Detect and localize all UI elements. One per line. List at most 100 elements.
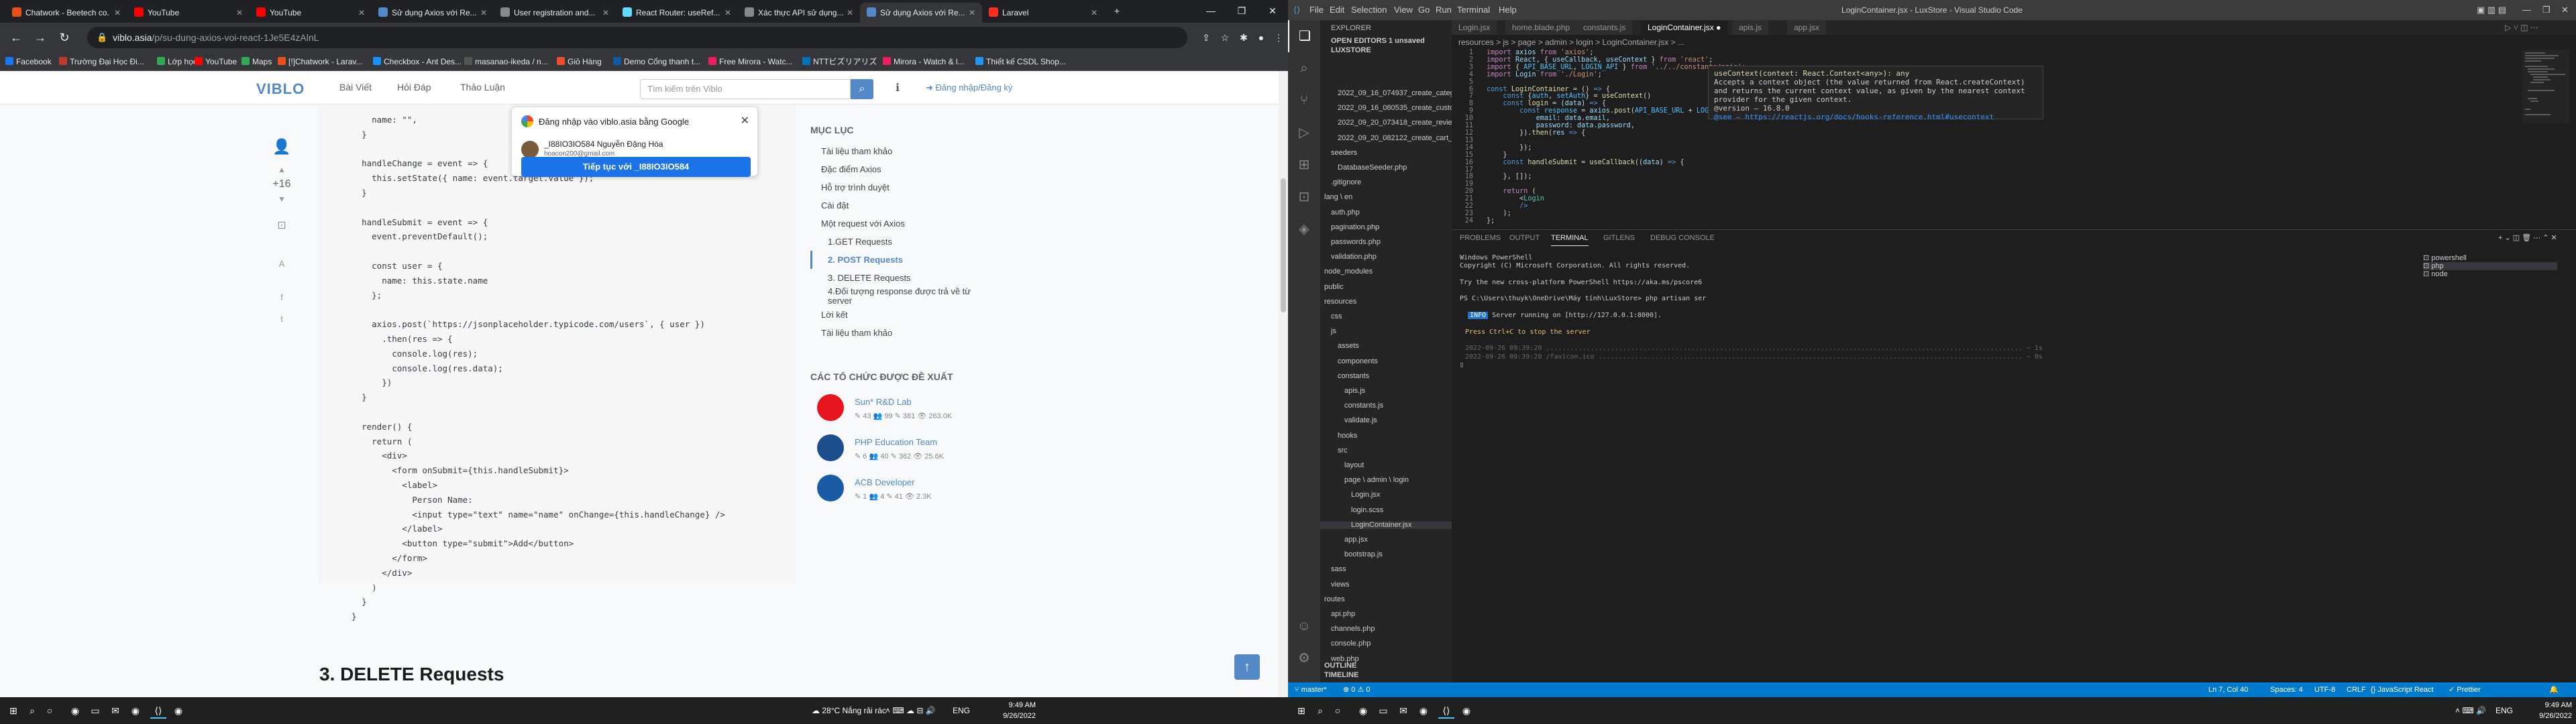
layout-icon[interactable]: ▣ ▥ ▤ bbox=[2477, 0, 2506, 20]
bookmark[interactable]: YouTube bbox=[195, 52, 237, 71]
login-link[interactable]: ➜ Đăng nhập/Đăng ký bbox=[926, 82, 1012, 93]
reload-icon[interactable]: ↻ bbox=[55, 28, 74, 47]
toc-item[interactable]: Một request với Axios bbox=[810, 215, 1012, 233]
extensions-icon[interactable]: ✱ bbox=[1234, 28, 1253, 47]
tree-item[interactable]: channels.php bbox=[1320, 625, 1452, 633]
chrome-app-icon[interactable]: ◉ bbox=[67, 703, 83, 719]
tree-item[interactable]: components bbox=[1320, 357, 1452, 365]
browser-tab[interactable]: YouTube ✕ bbox=[250, 3, 372, 23]
search-icon[interactable]: ⌕ bbox=[1312, 703, 1328, 719]
search-input[interactable]: Tìm kiếm trên Viblo bbox=[640, 79, 851, 99]
weather-widget[interactable]: ☁ 28°C Nắng rải rác bbox=[812, 697, 886, 724]
close-window-icon[interactable]: ✕ bbox=[2561, 0, 2569, 20]
tree-item[interactable]: validate.js bbox=[1320, 417, 1452, 424]
editor-tab[interactable]: apis.js bbox=[1732, 20, 1770, 35]
twitter-share-icon[interactable]: t bbox=[268, 314, 295, 324]
panel-tab-gitlens[interactable]: GITLENS bbox=[1603, 230, 1635, 246]
org-name[interactable]: PHP Education Team bbox=[855, 437, 937, 447]
chrome-app-icon[interactable]: ◉ bbox=[170, 703, 186, 719]
tree-item[interactable]: pagination.php bbox=[1320, 223, 1452, 231]
tree-item[interactable]: constants.js bbox=[1320, 402, 1452, 410]
scrollbar-thumb[interactable] bbox=[1281, 178, 1286, 312]
restore-icon[interactable]: ❐ bbox=[1226, 0, 1257, 23]
facebook-share-icon[interactable]: f bbox=[268, 292, 295, 302]
bookmark[interactable]: Thiết kế CSDL Shop... bbox=[975, 52, 1066, 71]
tree-item[interactable]: auth.php bbox=[1320, 208, 1452, 217]
bookmark[interactable]: Mirora - Watch & l... bbox=[883, 52, 965, 71]
address-bar[interactable]: 🔒 viblo.asia/p/su-dung-axios-voi-react-1… bbox=[87, 27, 1187, 48]
project-root[interactable]: LUXSTORE bbox=[1320, 46, 1452, 55]
tree-item[interactable]: .gitignore bbox=[1320, 179, 1452, 186]
toc-item[interactable]: Lời kết bbox=[810, 306, 1012, 324]
menu-view[interactable]: View bbox=[1394, 0, 1413, 20]
close-icon[interactable]: ✕ bbox=[602, 3, 609, 23]
toc-item[interactable]: Hỗ trợ trình duyệt bbox=[810, 178, 1012, 196]
start-icon[interactable]: ⊞ bbox=[1293, 703, 1309, 719]
indentation[interactable]: Spaces: 4 bbox=[2270, 682, 2303, 697]
terminal-instance-active[interactable]: ⊡ php bbox=[2423, 262, 2557, 270]
chrome-menu-icon[interactable]: ⋮ bbox=[1269, 28, 1288, 47]
toc-item[interactable]: 3. DELETE Requests bbox=[810, 269, 1012, 287]
tree-item[interactable]: 2022_09_16_074937_create_categories_tabl… bbox=[1320, 90, 1452, 97]
menu-selection[interactable]: Selection bbox=[1351, 0, 1387, 20]
tree-item[interactable]: Login.jsx bbox=[1320, 491, 1452, 499]
toc-item[interactable]: Đặc điểm Axios bbox=[810, 160, 1012, 178]
close-icon[interactable]: ✕ bbox=[480, 3, 487, 23]
browser-tab[interactable]: Chatwork - Beetech co. ✕ bbox=[5, 3, 127, 23]
scroll-top-button[interactable]: ↑ bbox=[1234, 654, 1260, 680]
tree-item[interactable]: LoginContainer.jsx bbox=[1320, 521, 1452, 529]
explorer-icon[interactable]: ❏ bbox=[1288, 20, 1320, 52]
org-name[interactable]: ACB Developer bbox=[855, 477, 915, 487]
forward-icon[interactable]: → bbox=[31, 28, 50, 47]
tree-item[interactable]: bootstrap.js bbox=[1320, 551, 1452, 558]
clock[interactable]: 9:49 AM 9/26/2022 bbox=[982, 700, 1036, 721]
terminal-output[interactable]: Windows PowerShell Copyright (C) Microsof… bbox=[1460, 254, 2184, 369]
cursor-position[interactable]: Ln 7, Col 40 bbox=[2208, 682, 2248, 697]
minimize-icon[interactable]: — bbox=[2522, 0, 2531, 20]
browser-tab[interactable]: React Router: useRef... ✕ bbox=[616, 3, 738, 23]
bookmark-icon[interactable]: ⊡ bbox=[268, 219, 295, 232]
toc-item[interactable]: Cài đặt bbox=[810, 196, 1012, 215]
bookmark[interactable]: Giỏ Hàng bbox=[557, 52, 602, 71]
docs-link[interactable]: @see — https://reactjs.org/docs/hooks-re… bbox=[1714, 113, 1994, 121]
editor-tab[interactable]: app.jsx bbox=[1787, 20, 1827, 35]
problems-count[interactable]: ⊗ 0 ⚠ 0 bbox=[1343, 682, 1370, 697]
bookmark[interactable]: Maps bbox=[241, 52, 272, 71]
terminal-instance[interactable]: ⊡ node bbox=[2423, 270, 2557, 278]
panel-tab-output[interactable]: OUTPUT bbox=[1509, 230, 1540, 246]
tree-item[interactable]: node_modules bbox=[1320, 268, 1452, 276]
new-tab-icon[interactable]: + bbox=[1107, 0, 1127, 23]
tree-item[interactable]: js bbox=[1320, 328, 1452, 335]
tree-item[interactable]: public bbox=[1320, 283, 1452, 291]
language-indicator[interactable]: ENG bbox=[953, 697, 970, 724]
editor-tab[interactable]: home.blade.php bbox=[1505, 20, 1578, 35]
panel-tab-problems[interactable]: PROBLEMS bbox=[1460, 230, 1501, 246]
tree-item[interactable]: lang \ en bbox=[1320, 194, 1452, 201]
chrome-profile-icon[interactable]: ◉ bbox=[1415, 703, 1432, 719]
timeline-section[interactable]: TIMELINE bbox=[1324, 672, 1452, 679]
tray-icons[interactable]: ˄ ⌨ ☁ ⊟ 🔊 bbox=[885, 697, 936, 724]
tree-item[interactable]: 2022_09_20_082122_create_cart_table.php bbox=[1320, 134, 1452, 142]
tree-item[interactable]: 2022_09_16_080535_create_customer_table.… bbox=[1320, 105, 1452, 112]
bookmark[interactable]: Checkbox - Ant Des... bbox=[373, 52, 462, 71]
browser-tab[interactable]: Xác thực API sử dụng... ✕ bbox=[738, 3, 860, 23]
search-icon[interactable]: ⌕ bbox=[1288, 52, 1320, 84]
restore-icon[interactable]: ❐ bbox=[2542, 0, 2551, 20]
tree-item[interactable]: routes bbox=[1320, 595, 1452, 603]
vscode-app-icon[interactable]: ⟨⟩ bbox=[150, 703, 166, 719]
back-icon[interactable]: ← bbox=[7, 28, 25, 47]
notifications-icon[interactable]: 🔔 bbox=[2549, 682, 2559, 697]
nav-questions[interactable]: Hỏi Đáp bbox=[397, 82, 431, 93]
browser-tab[interactable]: User registration and... ✕ bbox=[494, 3, 616, 23]
bookmark-star-icon[interactable]: ☆ bbox=[1216, 28, 1234, 47]
chrome-app-icon[interactable]: ◉ bbox=[1355, 703, 1371, 719]
bookmark[interactable]: Trường Đại Học Đi... bbox=[59, 52, 144, 71]
breadcrumb[interactable]: resources > js > page > admin > login > … bbox=[1452, 35, 2576, 50]
tree-item[interactable]: login.scss bbox=[1320, 506, 1452, 514]
toc-item[interactable]: 4.Đối tượng response được trả về từ bbox=[810, 287, 1012, 296]
share-icon[interactable]: ⇪ bbox=[1197, 28, 1216, 47]
font-size-icon[interactable]: A bbox=[268, 259, 295, 269]
tree-item[interactable]: src bbox=[1320, 446, 1452, 455]
remote-explorer-icon[interactable]: ⊡ bbox=[1288, 181, 1320, 213]
menu-help[interactable]: Help bbox=[1499, 0, 1517, 20]
